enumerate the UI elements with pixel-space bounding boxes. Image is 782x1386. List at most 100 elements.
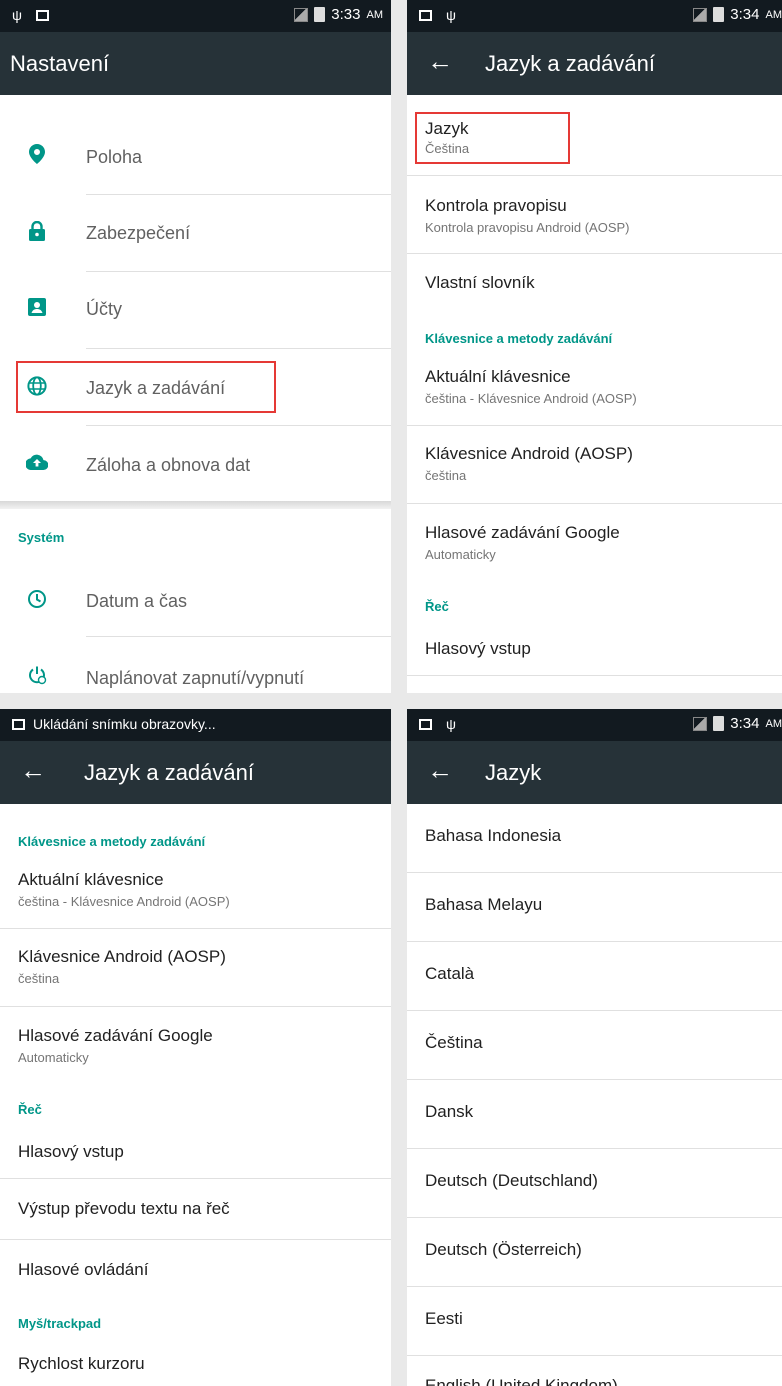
power-schedule-icon: [26, 665, 48, 687]
section-header-keyboards: Klávesnice a metody zadávání: [18, 834, 206, 849]
ampm: AM: [765, 8, 782, 21]
back-arrow-icon[interactable]: ←: [427, 755, 453, 786]
settings-item-label: Datum a čas: [86, 591, 188, 611]
pref-title: Hlasové zadávání Google: [425, 523, 620, 542]
clock-icon: [26, 589, 48, 611]
pref-title: Klávesnice Android (AOSP): [425, 444, 633, 463]
highlight-box: [16, 361, 276, 413]
pref-dictionary[interactable]: Vlastní slovník: [407, 254, 782, 314]
settings-item-date-time[interactable]: Datum a čas: [0, 560, 391, 636]
settings-panel: ψ 3:33 AM Nastavení Poloha Zabezpečení Ú…: [0, 0, 391, 693]
language-list-panel: ψ 3:34 AM ← Jazyk Bahasa Indonesia Bahasa…: [407, 709, 782, 1386]
settings-item-scheduled-power[interactable]: Naplánovat zapnutí/vypnutí: [0, 637, 391, 693]
language-item[interactable]: Eesti: [407, 1287, 782, 1355]
pref-summary: Kontrola pravopisu Android (AOSP): [425, 220, 630, 235]
settings-item-security[interactable]: Zabezpečení: [0, 195, 391, 271]
pref-google-voice[interactable]: Hlasové zadávání Google Automaticky: [407, 504, 782, 581]
pref-voice-control[interactable]: Hlasové ovládání: [0, 1240, 391, 1300]
lock-icon: [26, 220, 48, 243]
pref-aosp-keyboard[interactable]: Klávesnice Android (AOSP) čeština: [0, 929, 391, 1006]
back-arrow-icon[interactable]: ←: [427, 46, 453, 77]
pref-summary: Automaticky: [18, 1050, 89, 1065]
cloud-upload-icon: [25, 453, 49, 475]
status-bar: Ukládání snímku obrazovky...: [0, 709, 391, 741]
battery-icon: [314, 7, 326, 22]
language-item[interactable]: Čeština: [407, 1011, 782, 1079]
usb-icon: ψ: [12, 7, 22, 23]
battery-icon: [713, 7, 725, 22]
pref-voice-input[interactable]: Hlasový vstup: [407, 623, 782, 675]
status-bar: ψ 3:34 AM: [407, 709, 782, 741]
no-sim-icon: [693, 7, 708, 22]
app-bar: ← Jazyk a zadávání: [0, 741, 391, 804]
pref-title: Rychlost kurzoru: [18, 1354, 145, 1373]
pref-spellcheck[interactable]: Kontrola pravopisu Kontrola pravopisu An…: [407, 176, 782, 253]
language-item[interactable]: English (United Kingdom): [407, 1356, 782, 1386]
page-title: Jazyk: [485, 760, 542, 785]
ampm: AM: [366, 8, 384, 21]
settings-item-label: Poloha: [86, 147, 143, 167]
account-icon: [26, 298, 48, 320]
usb-icon: ψ: [446, 7, 456, 23]
pref-voice-input[interactable]: Hlasový vstup: [0, 1126, 391, 1178]
status-bar: ψ 3:33 AM: [0, 0, 391, 32]
settings-item-backup[interactable]: Záloha a obnova dat: [0, 426, 391, 502]
app-bar: ← Jazyk: [407, 741, 782, 804]
pref-google-voice[interactable]: Hlasové zadávání Google Automaticky: [0, 1007, 391, 1084]
settings-item-label: Zabezpečení: [86, 223, 191, 243]
back-arrow-icon[interactable]: ←: [20, 755, 46, 786]
pref-title: Aktuální klávesnice: [425, 367, 571, 386]
pref-summary: čeština: [18, 971, 60, 986]
pref-title: Hlasový vstup: [18, 1142, 124, 1161]
language-item[interactable]: Deutsch (Österreich): [407, 1218, 782, 1286]
usb-icon: ψ: [446, 716, 456, 732]
language-label: Català: [425, 964, 475, 983]
pref-current-keyboard[interactable]: Aktuální klávesnice čeština - Klávesnice…: [407, 355, 782, 425]
pref-current-keyboard[interactable]: Aktuální klávesnice čeština - Klávesnice…: [0, 858, 391, 928]
pref-title: Hlasové ovládání: [18, 1260, 149, 1279]
language-label: Čeština: [425, 1033, 483, 1052]
language-label: English (United Kingdom): [425, 1376, 618, 1386]
language-item[interactable]: Deutsch (Deutschland): [407, 1149, 782, 1217]
image-icon: [419, 9, 432, 21]
language-item[interactable]: Català: [407, 942, 782, 1010]
language-item[interactable]: Bahasa Indonesia: [407, 804, 782, 872]
page-title: Jazyk a zadávání: [485, 51, 655, 76]
app-bar: Nastavení: [0, 32, 391, 95]
language-label: Deutsch (Deutschland): [425, 1171, 598, 1190]
pref-title: Výstup převodu textu na řeč: [18, 1199, 230, 1218]
battery-icon: [713, 716, 725, 731]
section-shadow: [0, 501, 391, 509]
section-header-speech: Řeč: [18, 1102, 42, 1117]
pref-summary: čeština - Klávesnice Android (AOSP): [18, 894, 230, 909]
pref-tts-output[interactable]: Výstup převodu textu na řeč: [0, 1179, 391, 1239]
pref-title: Kontrola pravopisu: [425, 196, 567, 215]
ampm: AM: [765, 717, 782, 730]
location-pin-icon: [26, 144, 48, 166]
language-item[interactable]: Bahasa Melayu: [407, 873, 782, 941]
pref-aosp-keyboard[interactable]: Klávesnice Android (AOSP) čeština: [407, 426, 782, 503]
pref-summary: čeština - Klávesnice Android (AOSP): [425, 391, 637, 406]
no-sim-icon: [693, 716, 708, 731]
section-header-mouse: Myš/trackpad: [18, 1316, 102, 1331]
pref-title: Hlasový vstup: [425, 639, 531, 658]
section-header-system: Systém: [18, 530, 65, 545]
pref-title: Hlasové zadávání Google: [18, 1026, 213, 1045]
language-label: Bahasa Melayu: [425, 895, 543, 914]
language-label: Eesti: [425, 1309, 463, 1328]
clock-time: 3:33: [331, 6, 361, 23]
language-input-panel-scrolled: Ukládání snímku obrazovky... ← Jazyk a z…: [0, 709, 391, 1386]
language-label: Bahasa Indonesia: [425, 826, 562, 845]
settings-item-accounts[interactable]: Účty: [0, 272, 391, 348]
language-label: Dansk: [425, 1102, 474, 1121]
section-header-speech: Řeč: [425, 599, 449, 614]
pref-title: Vlastní slovník: [425, 273, 535, 292]
image-icon: [35, 9, 49, 21]
pref-pointer-speed[interactable]: Rychlost kurzoru: [0, 1340, 391, 1386]
page-title: Jazyk a zadávání: [84, 760, 254, 785]
status-notification-text: Ukládání snímku obrazovky...: [33, 716, 216, 732]
settings-item-location[interactable]: Poloha: [0, 95, 391, 175]
language-input-panel: ψ 3:34 AM ← Jazyk a zadávání Jazyk Češtin…: [407, 0, 782, 693]
language-item[interactable]: Dansk: [407, 1080, 782, 1148]
language-label: Deutsch (Österreich): [425, 1240, 582, 1259]
